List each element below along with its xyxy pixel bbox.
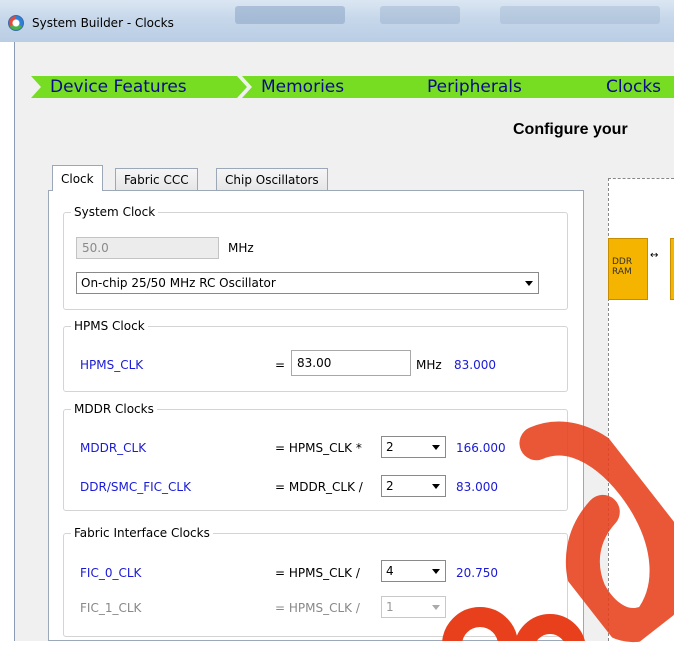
system-clock-frequency-field[interactable]: 50.0 [76, 237, 219, 259]
fic-0-clk-label: FIC_0_CLK [80, 566, 142, 580]
group-title: System Clock [71, 205, 159, 219]
group-title: HPMS Clock [71, 319, 148, 333]
dropdown-arrow-icon [432, 484, 440, 489]
window-title: System Builder - Clocks [32, 16, 174, 30]
breadcrumb-peripherals[interactable]: Peripherals [408, 76, 604, 98]
adjacent-block [670, 238, 674, 300]
hpms-clk-label: HPMS_CLK [80, 358, 144, 372]
mddr-clk-label: MDDR_CLK [80, 441, 147, 455]
tab-clock[interactable]: Clock [52, 165, 103, 191]
ddr-ram-label-line1: DDR [612, 257, 633, 267]
hpms-clk-actual: 83.000 [454, 358, 496, 372]
breadcrumb-memories[interactable]: Memories [242, 76, 432, 98]
hpms-clk-input[interactable]: 83.00 [291, 350, 411, 376]
ddr-smc-fic-clk-label: DDR/SMC_FIC_CLK [80, 480, 191, 494]
system-clock-source-dropdown[interactable]: On-chip 25/50 MHz RC Oscillator [76, 272, 539, 294]
titlebar-blur [235, 6, 345, 24]
fic-1-clk-divider-value: 1 [386, 600, 394, 614]
ddr-smc-fic-clk-divider-value: 2 [386, 479, 394, 493]
titlebar-blur [380, 6, 460, 24]
tab-fabric-ccc[interactable]: Fabric CCC [115, 168, 198, 190]
breadcrumb-device-features[interactable]: Device Features [31, 76, 247, 98]
fic-0-clk-divider-dropdown[interactable]: 4 [381, 560, 446, 582]
dropdown-arrow-icon [525, 281, 533, 286]
double-arrow-icon: ↔ [650, 250, 659, 261]
dropdown-arrow-icon [432, 605, 440, 610]
watermark-shape [442, 607, 585, 641]
mddr-clk-multiplier-value: 2 [386, 440, 394, 454]
group-title: MDDR Clocks [71, 402, 157, 416]
dropdown-arrow-icon [432, 569, 440, 574]
fic-1-clk-divider-dropdown[interactable]: 1 [381, 596, 446, 618]
mddr-clk-multiplier-dropdown[interactable]: 2 [381, 436, 446, 458]
app-logo-icon [8, 15, 24, 31]
mddr-clk-formula: = HPMS_CLK * [275, 441, 362, 455]
ddr-smc-fic-clk-formula: = MDDR_CLK / [275, 480, 363, 494]
system-clock-unit: MHz [228, 241, 254, 255]
ddr-ram-label-line2: RAM [612, 267, 632, 277]
fic-1-clk-label: FIC_1_CLK [80, 601, 142, 615]
page-heading: Configure your [513, 121, 628, 138]
fic-1-clk-formula: = HPMS_CLK / [275, 601, 360, 615]
breadcrumb-clocks[interactable]: Clocks [587, 76, 674, 98]
group-title: Fabric Interface Clocks [71, 526, 213, 540]
dropdown-arrow-icon [432, 445, 440, 450]
window-titlebar: System Builder - Clocks [0, 0, 674, 42]
ddr-ram-block[interactable]: DDR RAM [608, 238, 648, 300]
ddr-smc-fic-clk-divider-dropdown[interactable]: 2 [381, 475, 446, 497]
fic-0-clk-divider-value: 4 [386, 564, 394, 578]
system-clock-group: System Clock [63, 205, 568, 310]
fic-0-clk-result: 20.750 [456, 566, 498, 580]
hpms-clk-unit: MHz [416, 358, 442, 372]
tab-chip-oscillators[interactable]: Chip Oscillators [216, 168, 328, 190]
titlebar-blur [500, 6, 660, 24]
fic-0-clk-formula: = HPMS_CLK / [275, 566, 360, 580]
hpms-clk-equals: = [275, 358, 286, 372]
system-clock-source-value: On-chip 25/50 MHz RC Oscillator [81, 276, 276, 290]
